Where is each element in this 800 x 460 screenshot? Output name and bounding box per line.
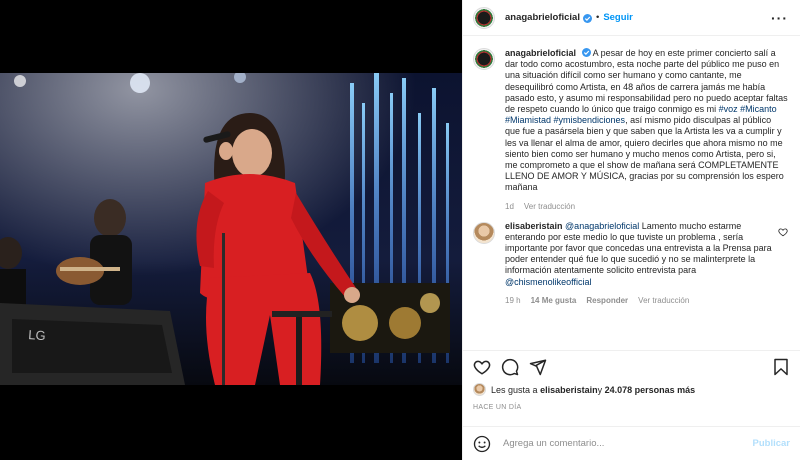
instagram-post-modal: LG anagabrieloficial • Seguir ··· anagab… — [0, 0, 800, 460]
comment-text: elisaberistain @anagabrieloficial Lament… — [505, 221, 772, 288]
post-details-panel: anagabrieloficial • Seguir ··· anagabrie… — [462, 0, 800, 460]
publish-button[interactable]: Publicar — [753, 438, 791, 449]
concert-photo-illustration: LG — [0, 73, 462, 385]
verified-badge-icon — [582, 14, 592, 23]
caption: anagabrieloficial A pesar de hoy en este… — [473, 47, 788, 211]
comments-section: anagabrieloficial A pesar de hoy en este… — [463, 37, 800, 350]
likes-prefix: Les gusta a — [491, 384, 538, 395]
comment-meta: 19 h 14 Me gusta Responder Ver traducció… — [505, 296, 772, 305]
likes-summary: Les gusta a elisaberistain y 24.078 pers… — [473, 383, 788, 396]
separator-dot: • — [595, 12, 600, 23]
author-avatar[interactable] — [473, 6, 495, 29]
comment-like-heart-icon[interactable] — [778, 227, 788, 237]
post-actions — [463, 350, 800, 382]
comment-translate-link[interactable]: Ver traducción — [638, 296, 689, 305]
likes-count[interactable]: 24.078 personas más — [605, 385, 696, 395]
liker-avatar[interactable] — [473, 383, 486, 396]
post-timestamp[interactable]: HACE UN DÍA — [473, 404, 521, 411]
comment-input[interactable] — [503, 438, 753, 449]
likes-middle: y — [597, 384, 603, 395]
media-panel: LG — [0, 0, 462, 460]
like-heart-icon[interactable] — [473, 358, 491, 376]
verified-badge-icon — [581, 48, 591, 57]
author-username[interactable]: anagabrieloficial — [505, 12, 580, 23]
share-paper-plane-icon[interactable] — [529, 358, 547, 376]
follow-button[interactable]: Seguir — [603, 12, 633, 23]
add-comment-bar: Publicar — [463, 426, 800, 460]
post-header: anagabrieloficial • Seguir ··· — [463, 0, 800, 36]
commenter-username[interactable]: elisaberistain — [505, 221, 563, 231]
caption-username[interactable]: anagabrieloficial — [505, 48, 576, 58]
comment-item: elisaberistain @anagabrieloficial Lament… — [473, 221, 788, 305]
comment-bubble-icon[interactable] — [501, 358, 519, 376]
caption-time[interactable]: 1d — [505, 202, 514, 211]
caption-meta: 1d Ver traducción — [505, 202, 788, 211]
caption-translate-link[interactable]: Ver traducción — [524, 202, 575, 211]
more-horizontal-icon[interactable]: ··· — [771, 11, 788, 25]
likes-user[interactable]: elisaberistain — [540, 385, 598, 395]
bookmark-icon[interactable] — [772, 358, 790, 376]
comment-time[interactable]: 19 h — [505, 296, 521, 305]
comment-likes[interactable]: 14 Me gusta — [531, 296, 577, 305]
caption-body-part2: , así mismo pido disculpas al público qu… — [505, 115, 784, 193]
emoji-smiley-icon[interactable] — [473, 435, 491, 453]
commenter-avatar[interactable] — [473, 221, 495, 244]
lg-logo: LG — [28, 327, 46, 343]
post-photo[interactable]: LG — [0, 73, 462, 385]
caption-avatar[interactable] — [473, 48, 495, 70]
comment-mention[interactable]: @anagabrieloficial — [565, 221, 639, 231]
reply-button[interactable]: Responder — [586, 296, 628, 305]
caption-text: anagabrieloficial A pesar de hoy en este… — [505, 47, 788, 194]
comment-mention-2[interactable]: @chismenolikeofficial — [505, 277, 592, 287]
